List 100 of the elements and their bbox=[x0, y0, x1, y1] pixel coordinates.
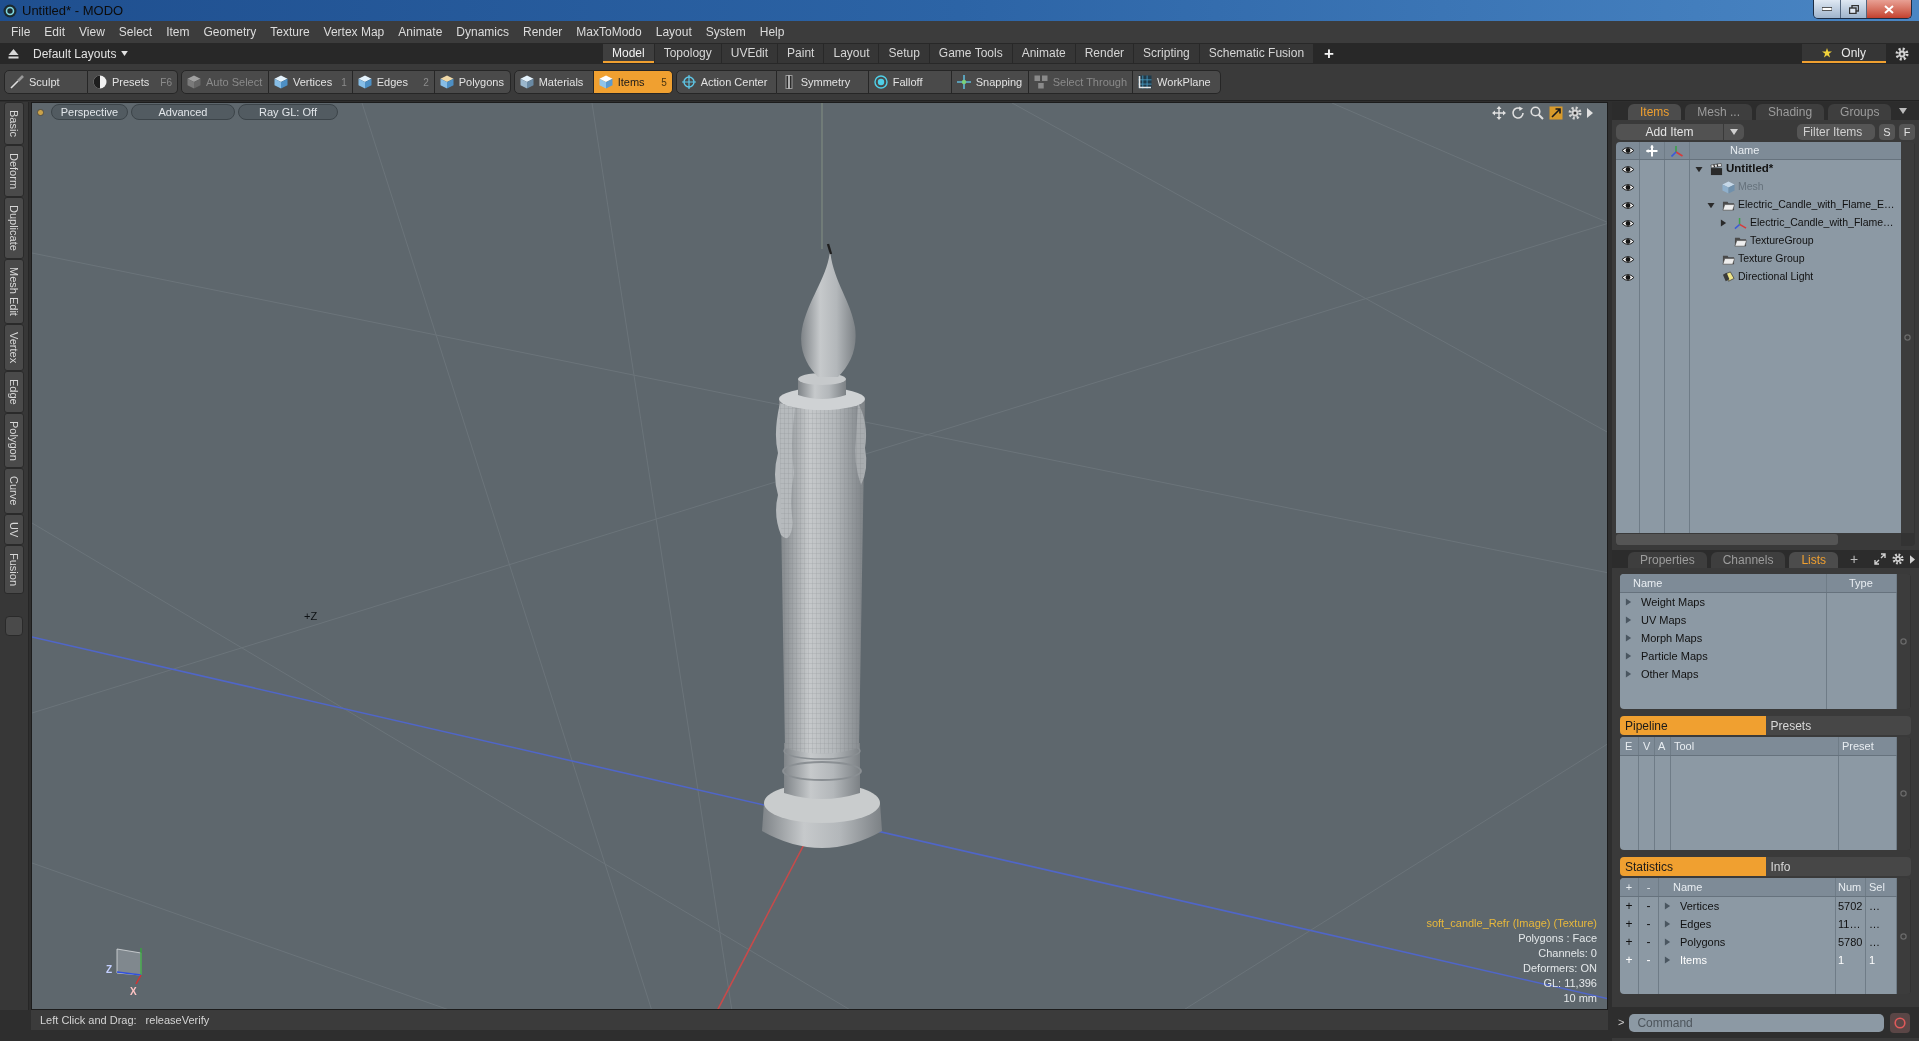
disclosure-triangle-icon[interactable] bbox=[1625, 616, 1632, 624]
eye-icon[interactable] bbox=[1620, 181, 1635, 193]
panel-tab[interactable]: Properties bbox=[1628, 552, 1707, 568]
list-item[interactable]: UV Maps bbox=[1641, 611, 1687, 629]
caret-icon[interactable] bbox=[1910, 554, 1915, 564]
tree-item[interactable]: Electric_Candle_with_Flame_E… bbox=[1738, 197, 1895, 213]
menu-item[interactable]: Layout bbox=[648, 23, 699, 41]
command-field[interactable]: Command bbox=[1629, 1013, 1885, 1032]
horizontal-scrollbar[interactable] bbox=[1616, 533, 1901, 546]
layout-tab[interactable]: Render bbox=[1075, 44, 1134, 63]
list-item[interactable]: Other Maps bbox=[1641, 665, 1699, 683]
tree-item[interactable]: Texture Group bbox=[1738, 251, 1805, 267]
tool-button[interactable]: Presets F6 bbox=[88, 70, 178, 94]
disclosure-triangle-icon[interactable] bbox=[1664, 920, 1671, 928]
eye-icon[interactable] bbox=[1620, 253, 1635, 265]
disclosure-triangle-icon[interactable] bbox=[1625, 598, 1632, 606]
tool-button[interactable]: Falloff bbox=[868, 70, 952, 94]
menu-item[interactable]: View bbox=[72, 23, 112, 41]
layout-tab[interactable]: Paint bbox=[778, 44, 824, 63]
eye-icon[interactable] bbox=[1620, 235, 1635, 247]
dot-icon[interactable] bbox=[37, 108, 44, 116]
layout-tab[interactable]: Game Tools bbox=[929, 44, 1012, 63]
view-button[interactable]: Advanced bbox=[131, 104, 235, 120]
list-item[interactable]: Particle Maps bbox=[1641, 647, 1708, 665]
minimize-button[interactable] bbox=[1814, 0, 1841, 18]
side-tab[interactable]: Polygon bbox=[4, 412, 24, 469]
tree-item[interactable]: Untitled* bbox=[1726, 160, 1774, 178]
search-icon[interactable] bbox=[1530, 106, 1544, 120]
disclosure-triangle-icon[interactable] bbox=[1625, 670, 1632, 678]
menu-item[interactable]: System bbox=[698, 23, 753, 41]
add-tab-button[interactable]: + bbox=[1324, 45, 1335, 62]
remove-button[interactable]: - bbox=[1646, 918, 1651, 930]
stat-name[interactable]: Edges bbox=[1680, 915, 1712, 933]
maximize-icon[interactable] bbox=[1549, 106, 1563, 120]
tree-item[interactable]: Directional Light bbox=[1738, 269, 1814, 285]
tool-button[interactable]: Items 5 bbox=[593, 70, 673, 94]
menu-item[interactable]: Texture bbox=[263, 23, 317, 41]
close-button[interactable] bbox=[1867, 0, 1911, 18]
tree-item[interactable]: Electric_Candle_with_Flame… bbox=[1750, 215, 1894, 231]
add-button[interactable]: + bbox=[1625, 936, 1633, 948]
remove-button[interactable]: - bbox=[1646, 936, 1651, 948]
disclosure-triangle-icon[interactable] bbox=[1719, 219, 1727, 227]
filter-field[interactable]: Filter Items bbox=[1797, 123, 1875, 140]
scrollbar-thumb[interactable] bbox=[1616, 534, 1838, 545]
side-tab[interactable]: Duplicate bbox=[4, 196, 24, 259]
list-item[interactable]: Weight Maps bbox=[1641, 593, 1705, 611]
eye-icon[interactable] bbox=[1620, 199, 1635, 211]
side-tab[interactable]: UV bbox=[4, 513, 24, 546]
tool-button[interactable]: Polygons bbox=[434, 70, 511, 94]
maximize-button[interactable] bbox=[1841, 0, 1867, 18]
side-tab[interactable]: Vertex bbox=[4, 323, 24, 371]
vertical-scrollbar[interactable] bbox=[1901, 142, 1914, 533]
caret-icon[interactable] bbox=[1899, 108, 1908, 114]
eye-icon[interactable] bbox=[1620, 217, 1635, 229]
panel-tab[interactable]: Channels bbox=[1710, 552, 1786, 568]
record-button[interactable] bbox=[1890, 1012, 1911, 1033]
add-tab-button[interactable]: + bbox=[1850, 552, 1859, 566]
panel-tab[interactable]: Mesh ... bbox=[1685, 104, 1753, 120]
menu-item[interactable]: Dynamics bbox=[449, 23, 516, 41]
filter-toggle-button[interactable]: F bbox=[1899, 123, 1915, 140]
stat-name[interactable]: Polygons bbox=[1680, 933, 1726, 951]
layout-tab[interactable]: Layout bbox=[824, 44, 879, 63]
tool-button[interactable]: Symmetry bbox=[776, 70, 869, 94]
side-tab[interactable]: Deform bbox=[4, 144, 24, 197]
remove-button[interactable]: - bbox=[1646, 900, 1651, 912]
tool-button[interactable]: Edges 2 bbox=[352, 70, 435, 94]
panel-tab[interactable]: Shading bbox=[1756, 104, 1825, 120]
panel-tab[interactable]: Statistics bbox=[1620, 857, 1766, 876]
disclosure-triangle-icon[interactable] bbox=[1664, 938, 1671, 946]
menu-item[interactable]: Help bbox=[752, 23, 792, 41]
side-tab[interactable]: Mesh Edit bbox=[4, 258, 24, 324]
3d-viewport[interactable]: Perspective Advanced Ray GL: Off +Z Z X soft_candle_Refr (Image) (Texture) Polygons : Face Channels: 0 Deformers: ON GL: 11,396 10 mm bbox=[31, 102, 1608, 1010]
tool-button[interactable]: Materials bbox=[513, 70, 594, 94]
eye-icon[interactable] bbox=[1620, 145, 1635, 156]
eye-icon[interactable] bbox=[1620, 163, 1635, 175]
tool-button[interactable]: Sculpt bbox=[4, 70, 88, 94]
menu-item[interactable]: Edit bbox=[37, 23, 73, 41]
layout-tab[interactable]: Model bbox=[603, 44, 654, 63]
view-button[interactable]: Perspective bbox=[51, 104, 128, 120]
add-item-button[interactable]: Add Item bbox=[1616, 123, 1724, 140]
filter-toggle-button[interactable]: S bbox=[1879, 123, 1895, 140]
eject-icon[interactable] bbox=[8, 48, 19, 59]
panel-tab[interactable]: Pipeline bbox=[1620, 716, 1766, 735]
menu-item[interactable]: Geometry bbox=[196, 23, 264, 41]
plus-icon[interactable] bbox=[1646, 144, 1658, 157]
layout-tab[interactable]: Animate bbox=[1012, 44, 1075, 63]
panel-tab[interactable]: Lists bbox=[1789, 552, 1839, 568]
favorites-button[interactable]: Only bbox=[1802, 44, 1886, 63]
layout-tab[interactable]: Schematic Fusion bbox=[1199, 44, 1314, 63]
stat-name[interactable]: Vertices bbox=[1680, 897, 1720, 915]
menu-item[interactable]: File bbox=[4, 23, 38, 41]
rotate-icon[interactable] bbox=[1511, 106, 1525, 120]
menu-item[interactable]: MaxToModo bbox=[569, 23, 649, 41]
menu-item[interactable]: Animate bbox=[391, 23, 450, 41]
side-tab[interactable]: Curve bbox=[4, 468, 24, 514]
disclosure-triangle-icon[interactable] bbox=[1707, 201, 1715, 209]
add-button[interactable]: + bbox=[1625, 900, 1633, 912]
caret-icon[interactable] bbox=[1587, 108, 1593, 118]
vertical-scrollbar[interactable] bbox=[1897, 737, 1910, 850]
menu-item[interactable]: Item bbox=[159, 23, 197, 41]
